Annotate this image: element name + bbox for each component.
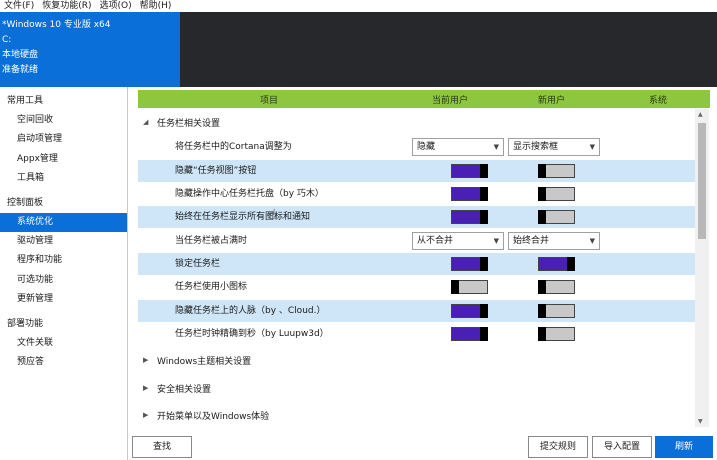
expand-icon: ▶ — [143, 356, 149, 364]
find-button[interactable]: 查找 — [132, 436, 192, 458]
sidebar-item-optional-features[interactable]: 可选功能 — [0, 271, 127, 290]
current-user-toggle[interactable] — [451, 280, 488, 294]
table-row: 任务栏时钟精确到秒（by Luupw3d） — [138, 323, 695, 345]
os-name: *Windows 10 专业版 x64 — [2, 20, 111, 30]
current-user-toggle[interactable] — [451, 210, 488, 224]
system-info-panel: *Windows 10 专业版 x64 C: 本地硬盘 准备就绪 — [0, 12, 180, 87]
new-user-toggle[interactable] — [538, 280, 575, 294]
col-current-user: 当前用户 — [432, 95, 469, 106]
menu-bar: 文件(F) 恢复功能(R) 选项(O) 帮助(H) — [0, 0, 717, 12]
sidebar-item-appx[interactable]: Appx管理 — [0, 150, 127, 169]
section-start-menu[interactable]: ▶ 开始菜单以及Windows体验 — [138, 405, 269, 425]
menu-file[interactable]: 文件(F) — [0, 0, 38, 12]
header-banner — [180, 12, 717, 87]
sidebar-item-driver[interactable]: 驱动管理 — [0, 232, 127, 251]
chevron-down-icon: ▼ — [493, 237, 499, 245]
new-user-select[interactable]: 显示搜索框 ▼ — [508, 138, 600, 156]
scroll-up-icon[interactable]: ▲ — [698, 111, 703, 118]
expand-icon: ◢ — [143, 118, 149, 126]
sidebar-item-space-recycle[interactable]: 空间回收 — [0, 111, 127, 130]
section-label: 安全相关设置 — [157, 384, 212, 395]
col-item: 项目 — [260, 95, 279, 106]
row-label: 隐藏任务栏上的人脉（by 、Cloud.） — [175, 306, 326, 316]
row-label: 锁定任务栏 — [175, 259, 221, 269]
chevron-down-icon: ▼ — [493, 143, 499, 151]
sidebar-group-deploy: 部署功能 — [7, 318, 44, 329]
section-label: 任务栏相关设置 — [157, 118, 221, 129]
submit-rule-button[interactable]: 提交规则 — [528, 436, 588, 458]
row-label: 任务栏时钟精确到秒（by Luupw3d） — [175, 329, 329, 339]
select-value: 始终合并 — [513, 236, 550, 246]
refresh-button[interactable]: 刷新 — [655, 436, 713, 458]
scroll-down-icon[interactable]: ▼ — [698, 418, 703, 425]
status-text: 准备就绪 — [2, 65, 39, 75]
row-label: 任务栏使用小图标 — [175, 282, 248, 292]
new-user-select[interactable]: 始终合并 ▼ — [508, 232, 600, 250]
row-label: 将任务栏中的Cortana调整为 — [175, 142, 292, 152]
table-row: 隐藏操作中心任务栏托盘（by 巧木） — [138, 183, 695, 205]
table-row: 将任务栏中的Cortana调整为 隐藏 ▼ 显示搜索框 ▼ — [138, 136, 695, 158]
new-user-toggle[interactable] — [538, 257, 575, 271]
sidebar-item-file-assoc[interactable]: 文件关联 — [0, 334, 127, 353]
current-user-toggle[interactable] — [451, 327, 488, 341]
row-label: 当任务栏被占满时 — [175, 236, 248, 246]
table-row: 任务栏使用小图标 — [138, 276, 695, 298]
current-user-select[interactable]: 从不合并 ▼ — [412, 232, 504, 250]
new-user-toggle[interactable] — [538, 304, 575, 318]
main-panel: 项目 当前用户 新用户 系统 ◢ 任务栏相关设置 将任务栏中的Cortana调整… — [128, 87, 717, 460]
current-user-select[interactable]: 隐藏 ▼ — [412, 138, 504, 156]
current-user-toggle[interactable] — [451, 304, 488, 318]
sidebar-item-programs[interactable]: 程序和功能 — [0, 251, 127, 270]
sidebar-item-startup[interactable]: 启动项管理 — [0, 130, 127, 149]
col-new-user: 新用户 — [538, 95, 566, 106]
sidebar-item-toolbox[interactable]: 工具箱 — [0, 169, 127, 188]
sidebar-item-updates[interactable]: 更新管理 — [0, 290, 127, 309]
current-user-toggle[interactable] — [451, 164, 488, 178]
select-value: 从不合并 — [417, 236, 454, 246]
disk-type: 本地硬盘 — [2, 50, 39, 60]
select-value: 隐藏 — [417, 142, 436, 152]
select-value: 显示搜索框 — [513, 142, 559, 152]
menu-help[interactable]: 帮助(H) — [136, 0, 176, 12]
new-user-toggle[interactable] — [538, 210, 575, 224]
sidebar-group-control-panel: 控制面板 — [7, 197, 44, 208]
new-user-toggle[interactable] — [538, 327, 575, 341]
section-label: Windows主题相关设置 — [157, 356, 252, 367]
section-windows-theme[interactable]: ▶ Windows主题相关设置 — [138, 350, 251, 370]
section-security[interactable]: ▶ 安全相关设置 — [138, 378, 211, 398]
table-row: 始终在任务栏显示所有图标和通知 — [138, 206, 695, 228]
new-user-toggle[interactable] — [538, 187, 575, 201]
table-row: 隐藏任务栏上的人脉（by 、Cloud.） — [138, 300, 695, 322]
row-label: 隐藏操作中心任务栏托盘（by 巧木） — [175, 189, 324, 199]
table-row: 锁定任务栏 — [138, 253, 695, 275]
sidebar-item-pre-answer[interactable]: 预应答 — [0, 353, 127, 372]
sidebar: 常用工具 空间回收 启动项管理 Appx管理 工具箱 控制面板 系统优化 驱动管… — [0, 87, 128, 460]
col-system: 系统 — [649, 95, 668, 106]
hand-cursor-icon: ☝ — [268, 207, 277, 223]
chevron-down-icon: ▼ — [589, 143, 595, 151]
row-label: 始终在任务栏显示所有图标和通知 — [175, 212, 311, 222]
menu-restore[interactable]: 恢复功能(R) — [38, 0, 95, 12]
chevron-down-icon: ▼ — [589, 237, 595, 245]
section-label: 开始菜单以及Windows体验 — [157, 411, 270, 422]
table-row: 当任务栏被占满时 从不合并 ▼ 始终合并 ▼ — [138, 230, 695, 252]
expand-icon: ▶ — [143, 384, 149, 392]
current-user-toggle[interactable] — [451, 187, 488, 201]
table-header: 项目 当前用户 新用户 系统 — [138, 90, 710, 108]
new-user-toggle[interactable] — [538, 164, 575, 178]
section-taskbar[interactable]: ◢ 任务栏相关设置 — [138, 112, 220, 132]
expand-icon: ▶ — [143, 411, 149, 419]
table-row: 隐藏“任务视图”按钮 — [138, 160, 695, 182]
scrollbar-thumb[interactable] — [698, 123, 706, 239]
menu-options[interactable]: 选项(O) — [95, 0, 135, 12]
row-label: 隐藏“任务视图”按钮 — [175, 166, 257, 176]
sidebar-item-system-optimize[interactable]: 系统优化 — [0, 212, 127, 232]
sidebar-group-common-tools: 常用工具 — [7, 96, 44, 106]
vertical-scrollbar[interactable]: ▲ ▼ — [695, 109, 709, 427]
drive-letter: C: — [2, 35, 12, 45]
current-user-toggle[interactable] — [451, 257, 488, 271]
import-config-button[interactable]: 导入配置 — [592, 436, 652, 458]
